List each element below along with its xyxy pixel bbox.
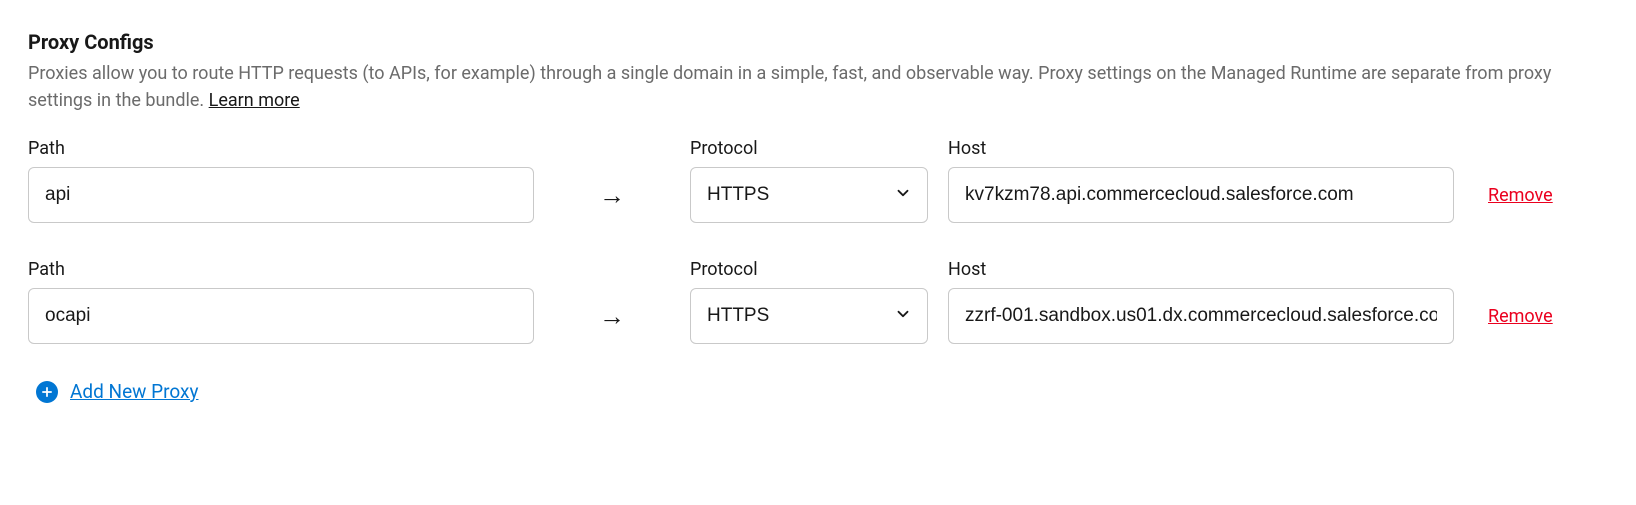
proxy-row: Path → Protocol Host Remove — [28, 138, 1608, 223]
learn-more-link[interactable]: Learn more — [209, 90, 300, 111]
section-title: Proxy Configs — [28, 30, 1608, 54]
host-label: Host — [948, 259, 1454, 280]
remove-button[interactable]: Remove — [1488, 167, 1553, 223]
add-new-proxy-link[interactable]: Add New Proxy — [70, 380, 198, 403]
arrow-icon: → — [534, 167, 690, 223]
protocol-field-group: Protocol — [690, 259, 928, 344]
protocol-label: Protocol — [690, 138, 928, 159]
arrow-icon: → — [534, 288, 690, 344]
path-field-group: Path — [28, 138, 534, 223]
path-label: Path — [28, 259, 534, 280]
path-input[interactable] — [28, 288, 534, 344]
proxy-row: Path → Protocol Host Remove — [28, 259, 1608, 344]
plus-circle-icon — [36, 381, 58, 403]
host-field-group: Host — [948, 259, 1454, 344]
protocol-select[interactable] — [690, 167, 928, 223]
protocol-label: Protocol — [690, 259, 928, 280]
add-proxy-row[interactable]: Add New Proxy — [36, 380, 1608, 403]
host-input[interactable] — [948, 288, 1454, 344]
protocol-select-wrap — [690, 288, 928, 344]
protocol-field-group: Protocol — [690, 138, 928, 223]
protocol-select[interactable] — [690, 288, 928, 344]
host-input[interactable] — [948, 167, 1454, 223]
path-field-group: Path — [28, 259, 534, 344]
path-label: Path — [28, 138, 534, 159]
path-input[interactable] — [28, 167, 534, 223]
remove-button[interactable]: Remove — [1488, 288, 1553, 344]
host-field-group: Host — [948, 138, 1454, 223]
protocol-select-wrap — [690, 167, 928, 223]
section-description: Proxies allow you to route HTTP requests… — [28, 60, 1608, 114]
host-label: Host — [948, 138, 1454, 159]
